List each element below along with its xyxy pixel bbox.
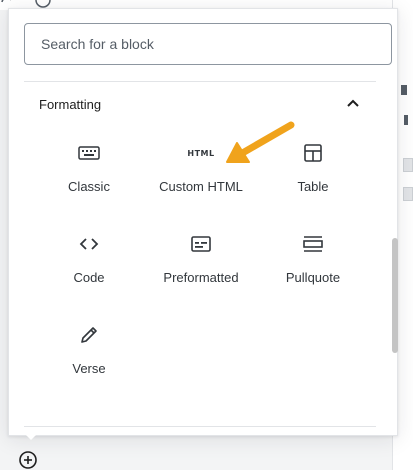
annotation-arrow: [226, 121, 295, 163]
block-preformatted[interactable]: Preformatted: [151, 230, 251, 285]
list-view-icon[interactable]: [70, 0, 84, 6]
sidebar-control[interactable]: [403, 187, 413, 201]
sidebar-control[interactable]: [403, 158, 413, 172]
block-label: Custom HTML: [159, 179, 243, 194]
scrollbar-thumb[interactable]: [392, 238, 398, 353]
block-label: Pullquote: [285, 270, 341, 285]
block-label: Table: [297, 179, 329, 194]
block-inserter-popover: Formatting Classic HTML Custom HTML Tabl…: [8, 8, 398, 436]
block-verse[interactable]: Verse: [39, 321, 139, 376]
block-search-input[interactable]: [24, 23, 392, 65]
divider: [24, 426, 376, 427]
preformatted-icon: [191, 236, 211, 252]
search-wrapper: [24, 23, 392, 65]
html-icon: HTML: [187, 148, 215, 158]
pencil-icon: [81, 327, 97, 343]
panel-title: Formatting: [39, 97, 102, 112]
add-block-icon[interactable]: [18, 450, 38, 470]
block-label: Preformatted: [163, 270, 239, 285]
block-label: Code: [73, 270, 105, 285]
block-classic[interactable]: Classic: [39, 139, 139, 194]
block-pullquote[interactable]: Pullquote: [263, 230, 363, 285]
chevron-up-icon[interactable]: [345, 95, 361, 111]
sidebar-marker: [404, 115, 408, 125]
block-label: Verse: [72, 361, 106, 376]
keyboard-icon: [78, 146, 100, 160]
block-label: Classic: [68, 179, 110, 194]
code-icon: [79, 238, 99, 250]
redo-icon[interactable]: [0, 0, 14, 8]
divider: [24, 81, 376, 82]
block-code[interactable]: Code: [39, 230, 139, 285]
pullquote-icon: [303, 236, 323, 252]
sidebar-marker: [401, 85, 407, 95]
popover-caret: [24, 433, 38, 440]
